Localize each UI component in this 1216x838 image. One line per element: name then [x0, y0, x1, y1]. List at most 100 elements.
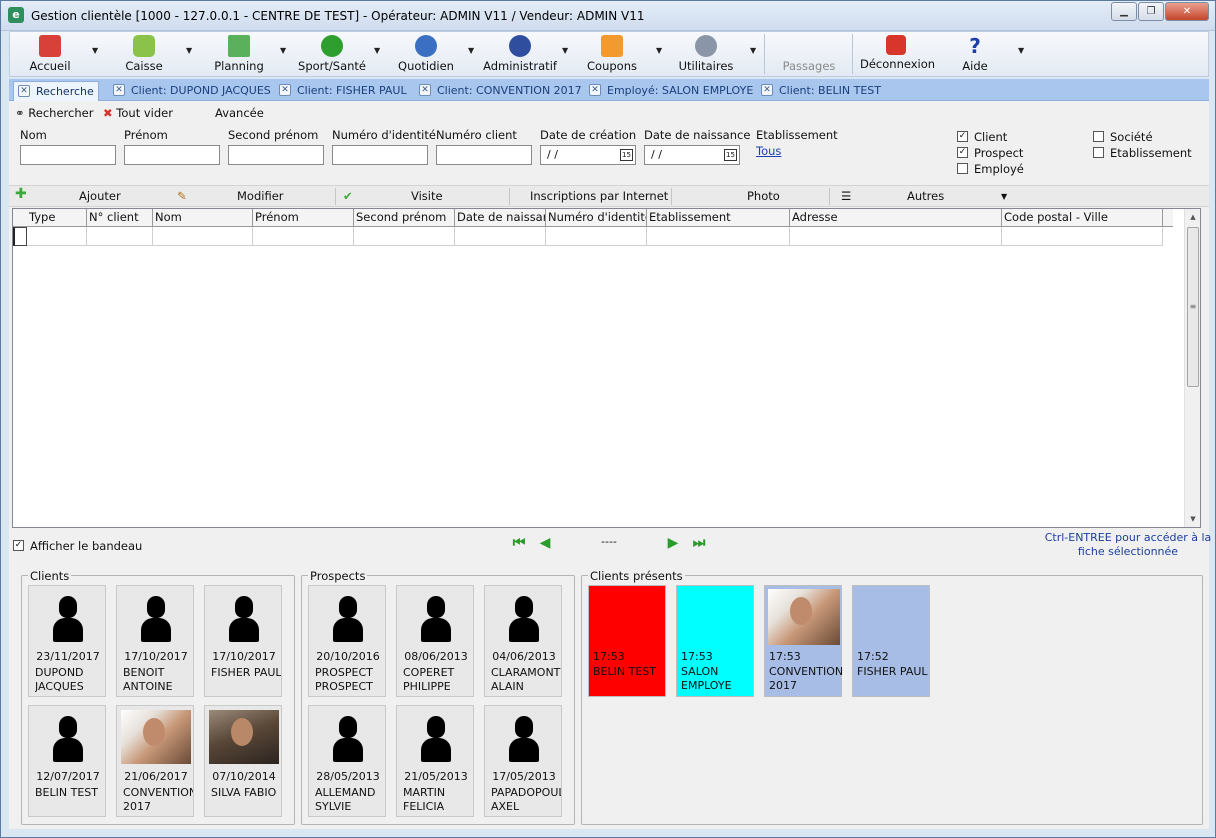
toolbar-caisse[interactable]: Caisse [110, 34, 178, 76]
date-naissance-input[interactable]: / / 15 [644, 145, 740, 165]
column-header[interactable]: Adresse [790, 209, 1002, 227]
close-button[interactable]: ✕ [1165, 2, 1209, 21]
vertical-scrollbar[interactable]: ▲ ≡ ▼ [1184, 209, 1200, 527]
tab-recherche[interactable]: ✕ Recherche [13, 81, 99, 101]
societe-checkbox[interactable]: Société [1093, 130, 1153, 144]
present-card[interactable]: 17:52 FISHER PAUL [852, 585, 930, 697]
clear-button[interactable]: ✖ Tout vider [103, 106, 173, 120]
etablissement-tous-link[interactable]: Tous [756, 144, 781, 158]
column-header[interactable]: Etablissement [647, 209, 790, 227]
navigation-row: ✓ Afficher le bandeau ⏮ ◀ ---- ▶ ⏭ Ctrl-E… [9, 531, 1211, 569]
close-tab-icon[interactable]: ✕ [589, 84, 601, 96]
etablissement-checkbox[interactable]: Etablissement [1093, 146, 1192, 160]
close-tab-icon[interactable]: ✕ [419, 84, 431, 96]
calendar-icon[interactable]: 15 [620, 149, 633, 161]
client-card[interactable]: 17/10/2017 BENOIT ANTOINE [116, 585, 194, 697]
utilitaires-dropdown-icon[interactable]: ▼ [750, 46, 756, 55]
table-row[interactable] [13, 227, 1163, 246]
toolbar-quotidien[interactable]: Quotidien [394, 34, 458, 76]
present-card[interactable]: 17:53 BELIN TEST [588, 585, 666, 697]
next-record-icon[interactable]: ▶ [663, 534, 683, 552]
tab-client-belin[interactable]: ✕ Client: BELIN TEST [757, 81, 881, 101]
search-button[interactable]: ⚭ Rechercher [15, 106, 93, 120]
tab-client-fisher[interactable]: ✕ Client: FISHER PAUL [275, 81, 407, 101]
close-tab-icon[interactable]: ✕ [18, 85, 30, 97]
aide-dropdown-icon[interactable]: ▼ [1018, 46, 1024, 55]
toolbar-accueil[interactable]: Accueil [20, 34, 80, 76]
prospect-card[interactable]: 17/05/2013 PAPADOPOUL AXEL [484, 705, 562, 817]
visite-button[interactable]: Visite [411, 189, 443, 203]
advanced-button[interactable]: Avancée [215, 106, 264, 120]
toolbar-sport-sante[interactable]: Sport/Santé [296, 34, 368, 76]
coupons-dropdown-icon[interactable]: ▼ [656, 46, 662, 55]
prospect-card[interactable]: 28/05/2013 ALLEMAND SYLVIE [308, 705, 386, 817]
quotidien-dropdown-icon[interactable]: ▼ [468, 46, 474, 55]
last-record-icon[interactable]: ⏭ [689, 534, 709, 552]
tab-client-convention[interactable]: ✕ Client: CONVENTION 2017 [415, 81, 582, 101]
planning-dropdown-icon[interactable]: ▼ [280, 46, 286, 55]
column-header[interactable]: Second prénom [354, 209, 455, 227]
column-header[interactable]: Prénom [253, 209, 354, 227]
prenom-label: Prénom [124, 128, 168, 142]
modifier-button[interactable]: Modifier [237, 189, 284, 203]
calendar-icon[interactable]: 15 [724, 149, 737, 161]
accueil-dropdown-icon[interactable]: ▼ [92, 46, 98, 55]
afficher-bandeau-checkbox[interactable]: ✓ Afficher le bandeau [13, 539, 142, 553]
prospect-checkbox[interactable]: ✓ Prospect [957, 146, 1023, 160]
column-header[interactable]: Type [27, 209, 87, 227]
close-tab-icon[interactable]: ✕ [113, 84, 125, 96]
column-header[interactable]: Nom [153, 209, 253, 227]
tab-client-dupond[interactable]: ✕ Client: DUPOND JACQUES [109, 81, 271, 101]
prospect-card[interactable]: 21/05/2013 MARTIN FELICIA [396, 705, 474, 817]
client-card[interactable]: 07/10/2014 SILVA FABIO [204, 705, 282, 817]
nom-input[interactable] [20, 145, 116, 165]
numero-client-input[interactable] [436, 145, 532, 165]
photo-button[interactable]: Photo [747, 189, 780, 203]
column-header[interactable]: N° client [87, 209, 153, 227]
column-header[interactable]: Code postal - Ville [1002, 209, 1163, 227]
previous-record-icon[interactable]: ◀ [535, 534, 555, 552]
column-header[interactable]: Date de naissan [455, 209, 546, 227]
prospect-card[interactable]: 20/10/2016 PROSPECT PROSPECT [308, 585, 386, 697]
numero-identite-input[interactable] [332, 145, 428, 165]
prospect-card[interactable]: 08/06/2013 COPERET PHILIPPE [396, 585, 474, 697]
tab-employe-salon[interactable]: ✕ Employé: SALON EMPLOYE [585, 81, 753, 101]
present-card[interactable]: 17:53 SALON EMPLOYE [676, 585, 754, 697]
column-header[interactable]: Numéro d'identité [546, 209, 647, 227]
row-selector[interactable] [13, 227, 27, 246]
sport-dropdown-icon[interactable]: ▼ [374, 46, 380, 55]
caisse-dropdown-icon[interactable]: ▼ [186, 46, 192, 55]
client-card[interactable]: 21/06/2017 CONVENTION 2017 [116, 705, 194, 817]
close-tab-icon[interactable]: ✕ [761, 84, 773, 96]
scroll-thumb[interactable]: ≡ [1187, 227, 1199, 387]
toolbar-administratif[interactable]: Administratif [482, 34, 558, 76]
date-creation-input[interactable]: / / 15 [540, 145, 636, 165]
minimize-button[interactable]: ▁ [1111, 2, 1137, 21]
toolbar-passages: Passages [782, 59, 836, 73]
prospects-panel-title: Prospects [308, 569, 368, 583]
autres-dropdown-icon[interactable]: ▼ [1001, 192, 1007, 201]
toolbar-aide[interactable]: ? Aide [956, 34, 994, 76]
scroll-up-icon[interactable]: ▲ [1185, 209, 1201, 225]
scroll-down-icon[interactable]: ▼ [1185, 511, 1201, 527]
toolbar-deconnexion[interactable]: Déconnexion [860, 34, 935, 76]
second-prenom-input[interactable] [228, 145, 324, 165]
ajouter-button[interactable]: Ajouter [79, 189, 121, 203]
client-card[interactable]: 17/10/2017 FISHER PAUL [204, 585, 282, 697]
toolbar-utilitaires[interactable]: Utilitaires [674, 34, 738, 76]
maximize-button[interactable]: ❐ [1138, 2, 1164, 21]
present-card[interactable]: 17:53 CONVENTION 2017 [764, 585, 843, 697]
employe-checkbox[interactable]: Employé [957, 162, 1024, 176]
client-card[interactable]: 23/11/2017 DUPOND JACQUES [28, 585, 106, 697]
client-card[interactable]: 12/07/2017 BELIN TEST [28, 705, 106, 817]
toolbar-coupons[interactable]: Coupons [582, 34, 642, 76]
administratif-dropdown-icon[interactable]: ▼ [562, 46, 568, 55]
first-record-icon[interactable]: ⏮ [509, 534, 529, 552]
autres-button[interactable]: Autres [907, 189, 944, 203]
client-checkbox[interactable]: ✓ Client [957, 130, 1007, 144]
prospect-card[interactable]: 04/06/2013 CLARAMONT ALAIN [484, 585, 562, 697]
prenom-input[interactable] [124, 145, 220, 165]
close-tab-icon[interactable]: ✕ [279, 84, 291, 96]
inscriptions-button[interactable]: Inscriptions par Internet [530, 189, 668, 203]
toolbar-planning[interactable]: Planning [206, 34, 272, 76]
